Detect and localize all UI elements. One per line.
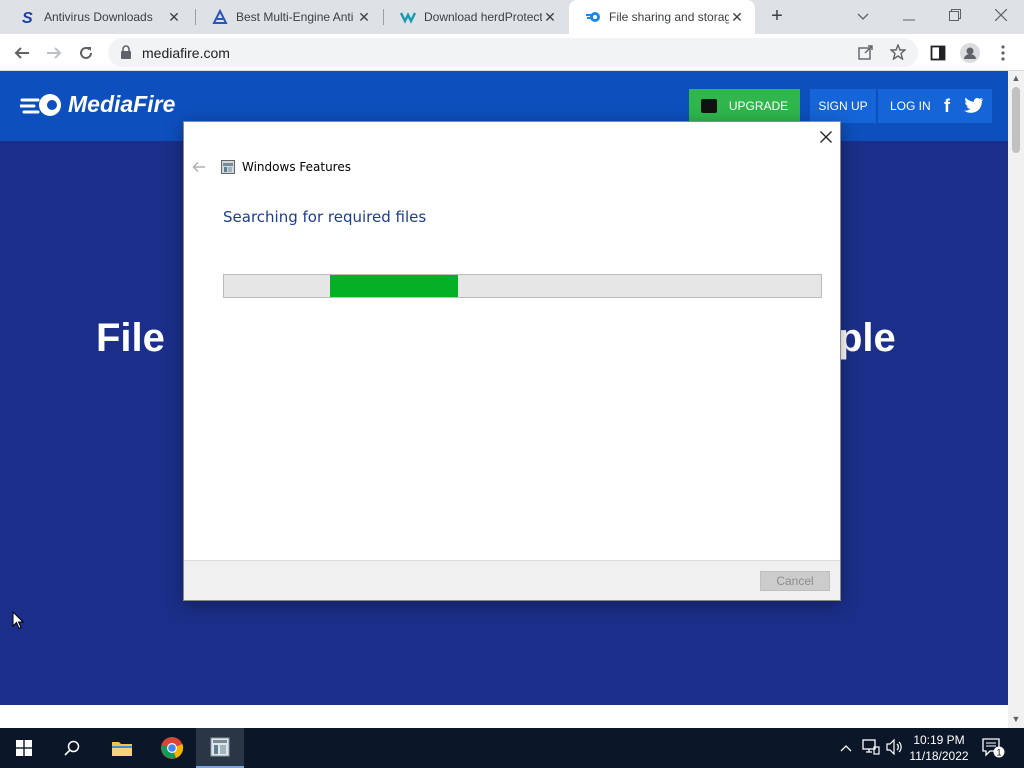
tab-close-icon[interactable]: ✕: [166, 9, 182, 25]
show-hidden-icons-chevron-icon[interactable]: [840, 740, 852, 755]
taskbar-clock[interactable]: 10:19 PM 11/18/2022: [906, 732, 972, 764]
tab-search-chevron-icon[interactable]: [840, 0, 886, 34]
chrome-icon[interactable]: [148, 728, 196, 768]
share-icon[interactable]: [856, 44, 876, 62]
network-icon[interactable]: [862, 739, 880, 758]
search-icon[interactable]: [48, 728, 96, 768]
back-icon[interactable]: [9, 40, 35, 66]
scroll-thumb[interactable]: [1012, 87, 1020, 153]
upgrade-button[interactable]: UPGRADE: [689, 89, 800, 123]
scroll-up-arrow-icon[interactable]: ▲: [1011, 73, 1021, 83]
tab-strip: S Antivirus Downloads ✕ Best Multi-Engin…: [0, 0, 1024, 34]
upgrade-icon: [700, 99, 717, 113]
facebook-icon[interactable]: f: [944, 96, 950, 117]
tab-download-herdprotect[interactable]: Download herdProtect ✕: [384, 0, 568, 34]
mediafire-flame-icon: [20, 93, 61, 116]
mouse-cursor-icon: [12, 610, 25, 635]
tab-close-icon[interactable]: ✕: [542, 9, 558, 25]
softpedia-s-icon: S: [20, 9, 36, 27]
tab-file-sharing[interactable]: File sharing and storag ✕: [569, 0, 755, 34]
login-label: LOG IN: [890, 99, 931, 113]
file-explorer-icon[interactable]: [98, 728, 146, 768]
minimize-icon[interactable]: [886, 0, 932, 34]
close-window-icon[interactable]: [978, 0, 1024, 34]
clock-time: 10:19 PM: [913, 733, 965, 747]
tab-title: Best Multi-Engine Anti: [236, 10, 354, 24]
forward-icon[interactable]: [41, 40, 67, 66]
notification-count: 1: [996, 748, 1001, 758]
reload-icon[interactable]: [73, 40, 99, 66]
new-tab-button[interactable]: +: [766, 6, 788, 28]
start-button-windows-icon[interactable]: [0, 728, 48, 768]
svg-text:S: S: [22, 10, 33, 25]
dialog-status-heading: Searching for required files: [223, 208, 427, 226]
address-bar[interactable]: mediafire.com: [108, 38, 918, 67]
clock-date: 11/18/2022: [909, 749, 969, 763]
windows-features-taskbar-icon[interactable]: [196, 728, 244, 768]
cancel-button[interactable]: Cancel: [760, 571, 830, 591]
tab-close-icon[interactable]: ✕: [729, 9, 745, 25]
browser-toolbar: mediafire.com: [0, 34, 1024, 71]
mediafire-logo[interactable]: MediaFire: [20, 91, 175, 118]
multi-engine-icon: [212, 8, 228, 25]
hero-heading-right: ple: [838, 316, 896, 360]
menu-kebab-icon[interactable]: [990, 40, 1016, 66]
windows-features-app-icon: [221, 160, 235, 174]
profile-avatar-icon[interactable]: [957, 40, 983, 66]
progress-bar: [223, 274, 822, 298]
upgrade-label: UPGRADE: [728, 99, 789, 113]
volume-icon[interactable]: [886, 738, 904, 758]
tab-title: Antivirus Downloads: [44, 10, 153, 24]
dialog-footer: Cancel: [184, 560, 840, 600]
taskbar: 10:19 PM 11/18/2022 1: [0, 728, 1024, 768]
page-scrollbar[interactable]: ▲ ▼: [1008, 71, 1024, 728]
windows-features-dialog: Windows Features Searching for required …: [183, 121, 841, 601]
twitter-icon[interactable]: [964, 97, 984, 119]
dialog-back-arrow-icon[interactable]: [192, 160, 208, 176]
notification-center-icon[interactable]: 1: [982, 738, 1006, 761]
scroll-down-arrow-icon[interactable]: ▼: [1011, 714, 1021, 724]
tab-antivirus-downloads[interactable]: S Antivirus Downloads ✕: [4, 0, 192, 34]
tab-title: File sharing and storag: [609, 10, 729, 24]
bookmark-star-icon[interactable]: [888, 43, 908, 62]
side-panel-icon[interactable]: [925, 40, 951, 66]
herdprotect-icon: [399, 9, 417, 25]
dialog-close-icon[interactable]: [816, 129, 836, 149]
tab-title: Download herdProtect: [424, 10, 542, 24]
progress-fill: [330, 275, 458, 297]
page-bottom-strip: [0, 705, 1008, 728]
lock-icon[interactable]: [120, 45, 132, 59]
mediafire-icon: [585, 9, 601, 25]
dialog-app-title: Windows Features: [242, 160, 351, 174]
url-text[interactable]: mediafire.com: [142, 45, 230, 61]
tab-best-multi-engine[interactable]: Best Multi-Engine Anti ✕: [196, 0, 382, 34]
signup-button[interactable]: SIGN UP: [810, 89, 876, 123]
tab-close-icon[interactable]: ✕: [356, 9, 372, 25]
logo-text: MediaFire: [68, 91, 176, 117]
hero-heading-left: File: [96, 316, 165, 360]
restore-icon[interactable]: [932, 0, 978, 34]
